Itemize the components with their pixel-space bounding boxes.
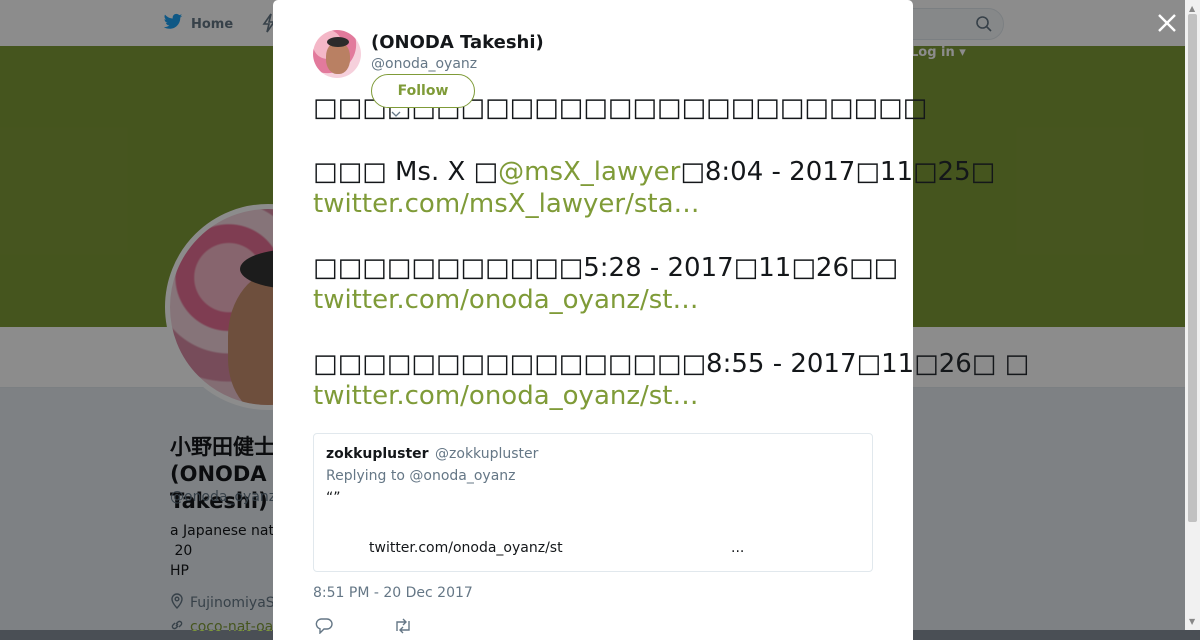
tweet-author-name[interactable]: (ONODA Takeshi) [371, 32, 544, 53]
tweet-paragraph-4-text: □□□□□□□□□□□□□□□□8:55 - 2017□11□26□ □ [313, 349, 1030, 379]
tweet-modal: (ONODA Takeshi) @onoda_oyanz □□□□□□□□□□□… [273, 0, 1029, 640]
quoted-tweet[interactable]: zokkupluster @zokkupluster Replying to @… [313, 433, 873, 572]
tweet-paragraph-2-text: □□□ Ms. X □ [313, 157, 499, 187]
tweet-paragraph-2: □□□ Ms. X □@msX_lawyer□8:04 - 2017□11□25… [313, 156, 995, 220]
tweet-timestamp: 8:51 PM - 20 Dec 2017 [313, 585, 473, 601]
scroll-down-arrow[interactable]: ▼ [1189, 617, 1195, 626]
quoted-author-handle: @zokkupluster [435, 446, 539, 462]
page-scrollbar[interactable]: ▲ ▼ [1185, 0, 1200, 630]
retweet-icon[interactable] [393, 618, 413, 638]
tweet-link-2[interactable]: twitter.com/onoda_oyanz/st… [313, 285, 699, 315]
close-icon[interactable] [1154, 10, 1180, 36]
scroll-up-arrow[interactable]: ▲ [1189, 4, 1195, 13]
follow-button[interactable]: Follow [371, 74, 475, 108]
mention-link[interactable]: @msX_lawyer [498, 157, 680, 187]
quoted-author-name: zokkupluster [326, 446, 429, 462]
author-avatar-hair [327, 37, 349, 47]
tweet-link-1[interactable]: twitter.com/msX_lawyer/sta… [313, 189, 700, 219]
tweet-text: □□□□□□□□□□□□□□□□□□□□□□□□□ □□□ Ms. X □@ms… [313, 92, 1029, 444]
quoted-tweet-ellipsis: ... [731, 540, 745, 556]
quoted-tweet-author: zokkupluster @zokkupluster [326, 446, 860, 462]
tweet-author-handle[interactable]: @onoda_oyanz [371, 56, 477, 72]
tweet-link-3[interactable]: twitter.com/onoda_oyanz/st… [313, 381, 699, 411]
scrollbar-thumb[interactable] [1188, 14, 1197, 522]
quoted-replying-to: Replying to @onoda_oyanz [326, 468, 516, 484]
chevron-down-icon[interactable] [391, 110, 401, 121]
tweet-paragraph-3-text: □□□□□□□□□□□5:28 - 2017□11□26□□ [313, 253, 899, 283]
quoted-tweet-link: twitter.com/onoda_oyanz/st [369, 540, 563, 556]
tweet-paragraph-2-after: □8:04 - 2017□11□25□ [680, 157, 996, 187]
quoted-tweet-body: “” [326, 490, 341, 506]
reply-icon[interactable] [315, 618, 333, 638]
author-avatar[interactable] [313, 30, 361, 78]
tweet-paragraph-4: □□□□□□□□□□□□□□□□8:55 - 2017□11□26□ □ twit… [313, 348, 1029, 412]
tweet-paragraph-3: □□□□□□□□□□□5:28 - 2017□11□26□□ twitter.co… [313, 252, 913, 316]
